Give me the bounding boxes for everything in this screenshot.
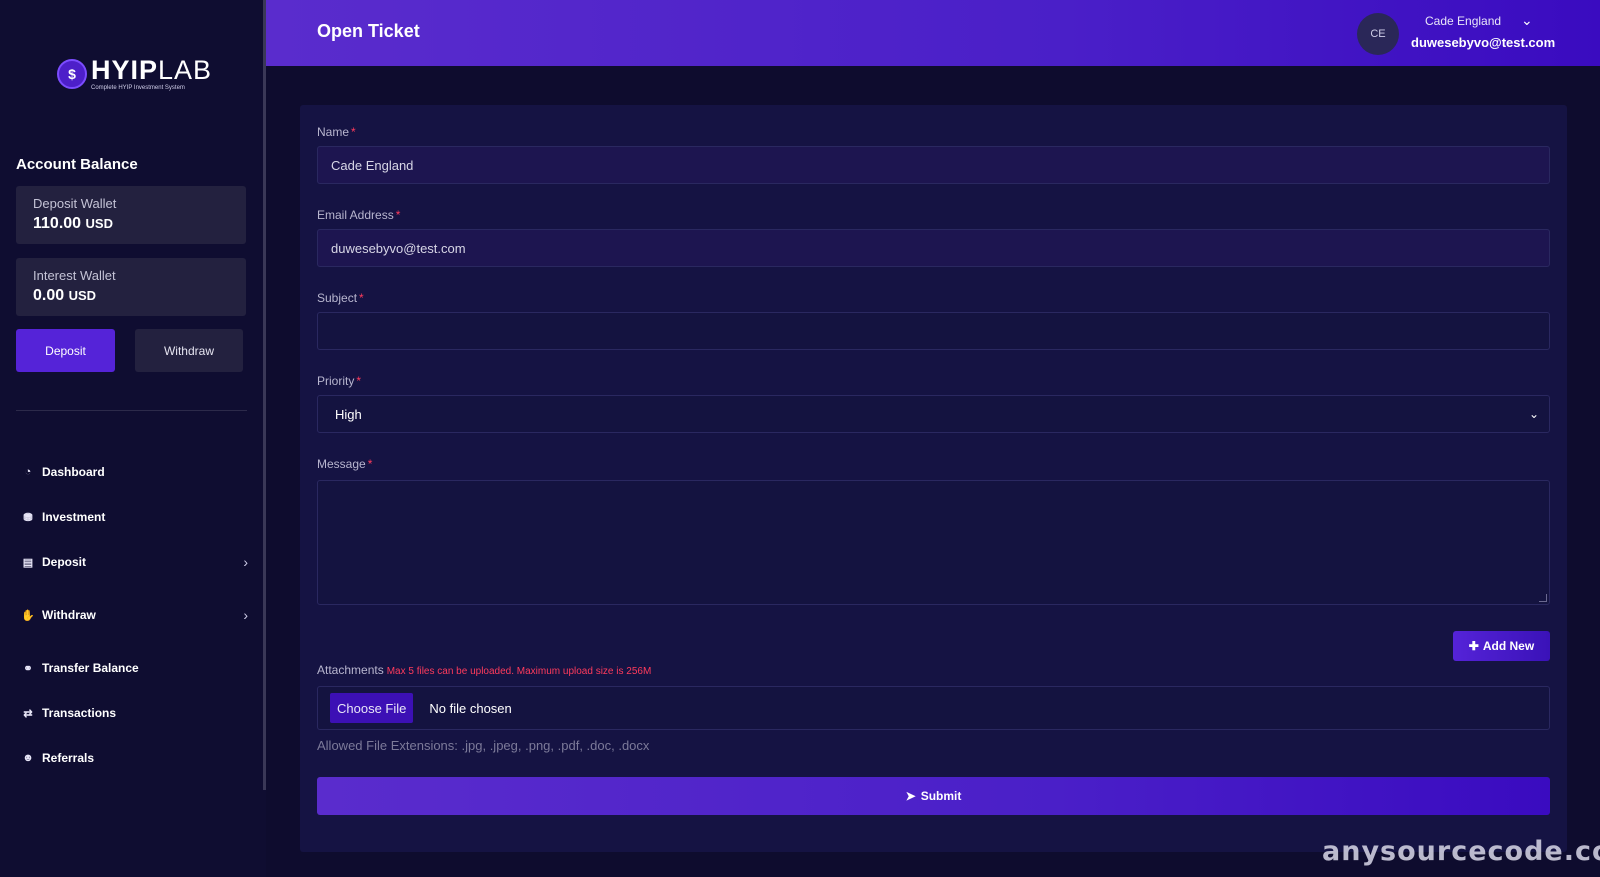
- submit-button[interactable]: ➤ Submit: [317, 777, 1550, 815]
- subject-input[interactable]: [317, 312, 1550, 350]
- handshake-icon: ⚭: [23, 662, 33, 675]
- add-new-attachment-button[interactable]: ✚ Add New: [1453, 631, 1550, 661]
- priority-select[interactable]: High ⌄: [317, 395, 1550, 433]
- email-input[interactable]: duwesebyvo@test.com: [317, 229, 1550, 267]
- sidebar-item-referrals[interactable]: ☻ Referrals: [20, 747, 254, 769]
- wallet-icon: ▤: [22, 556, 34, 569]
- chevron-down-icon[interactable]: ⌄: [1521, 12, 1533, 29]
- email-value: duwesebyvo@test.com: [331, 240, 466, 256]
- allowed-extensions: Allowed File Extensions: .jpg, .jpeg, .p…: [317, 738, 650, 753]
- logo-subtitle: Complete HYIP Investment System: [91, 85, 185, 91]
- chevron-down-icon: ⌄: [1528, 407, 1539, 421]
- priority-value: High: [335, 406, 362, 422]
- choose-file-button[interactable]: Choose File: [330, 693, 414, 723]
- money-bag-icon: $: [57, 59, 87, 89]
- logo[interactable]: $ HYIPLAB Complete HYIP Investment Syste…: [57, 56, 212, 92]
- file-status: No file chosen: [429, 700, 512, 716]
- email-label: Email Address *: [317, 208, 401, 222]
- required-mark: *: [356, 374, 362, 388]
- file-input[interactable]: Choose File No file chosen: [317, 686, 1550, 730]
- watermark: anysourcecode.com: [1322, 836, 1600, 867]
- required-mark: *: [367, 457, 373, 471]
- message-textarea[interactable]: [317, 480, 1550, 605]
- account-balance-title: Account Balance: [16, 156, 138, 173]
- attachments-note: Max 5 files can be uploaded. Maximum upl…: [386, 666, 652, 677]
- priority-label: Priority *: [317, 374, 362, 388]
- wallet-amount: 110.00: [33, 215, 82, 232]
- sidebar-item-label: Transfer Balance: [42, 661, 139, 675]
- sidebar-item-label: Transactions: [42, 706, 117, 720]
- sidebar-scrollbar[interactable]: [263, 0, 266, 790]
- chevron-right-icon: ›: [243, 554, 248, 570]
- avatar[interactable]: CE: [1357, 13, 1399, 55]
- sidebar-item-dashboard[interactable]: ◔ Dashboard: [20, 461, 254, 483]
- deposit-wallet-card: Deposit Wallet 110.00 USD: [16, 186, 246, 244]
- logo-text-bold: HYIP: [91, 55, 159, 85]
- sidebar-item-label: Investment: [42, 510, 106, 524]
- open-ticket-form: Name * Cade England Email Address * duwese…: [300, 105, 1567, 852]
- wallet-label: Interest Wallet: [33, 268, 116, 283]
- name-label: Name *: [317, 125, 356, 139]
- plus-icon: ✚: [1468, 639, 1479, 653]
- sidebar-item-deposit[interactable]: ▤ Deposit ›: [20, 551, 254, 573]
- gauge-icon: ◔: [24, 466, 32, 478]
- required-mark: *: [359, 291, 364, 305]
- sidebar-item-label: Withdraw: [42, 608, 96, 622]
- invest-icon: ⛃: [23, 511, 33, 524]
- subject-label: Subject *: [317, 291, 364, 305]
- withdraw-button[interactable]: Withdraw: [135, 329, 243, 372]
- hand-money-icon: ✋: [21, 609, 35, 622]
- sidebar-item-withdraw[interactable]: ✋ Withdraw ›: [20, 604, 254, 626]
- name-value: Cade England: [331, 157, 414, 173]
- required-mark: *: [351, 125, 356, 139]
- sidebar-divider: [16, 410, 247, 411]
- wallet-label: Deposit Wallet: [33, 196, 117, 211]
- resize-handle[interactable]: [1539, 594, 1547, 602]
- interest-wallet-card: Interest Wallet 0.00 USD: [16, 258, 246, 316]
- sidebar: $ HYIPLAB Complete HYIP Investment Syste…: [0, 0, 266, 877]
- sidebar-item-transfer-balance[interactable]: ⚭ Transfer Balance: [20, 657, 254, 679]
- users-icon: ☻: [22, 752, 34, 764]
- wallet-currency: USD: [68, 288, 97, 303]
- user-email: duwesebyvo@test.com: [1411, 35, 1556, 50]
- exchange-icon: ⇄: [23, 707, 33, 720]
- page-title: Open Ticket: [317, 21, 420, 41]
- user-name[interactable]: Cade England: [1425, 14, 1501, 28]
- sidebar-item-label: Deposit: [42, 555, 87, 569]
- name-input[interactable]: Cade England: [317, 146, 1550, 184]
- sidebar-item-label: Referrals: [42, 751, 95, 765]
- wallet-currency: USD: [85, 216, 113, 231]
- logo-text-light: LAB: [158, 55, 213, 85]
- sidebar-item-investment[interactable]: ⛃ Investment: [20, 506, 254, 528]
- chevron-right-icon: ›: [243, 607, 248, 623]
- top-header: Open Ticket CE Cade England ⌄ duwesebyvo…: [266, 0, 1600, 66]
- required-mark: *: [395, 208, 401, 222]
- sidebar-item-transactions[interactable]: ⇄ Transactions: [20, 702, 254, 724]
- attachments-label: Attachments Max 5 files can be uploaded. …: [317, 663, 652, 677]
- message-label: Message *: [317, 457, 373, 471]
- sidebar-item-label: Dashboard: [42, 465, 105, 479]
- deposit-button[interactable]: Deposit: [16, 329, 115, 372]
- paper-plane-icon: ➤: [905, 789, 916, 803]
- wallet-amount: 0.00: [33, 287, 65, 304]
